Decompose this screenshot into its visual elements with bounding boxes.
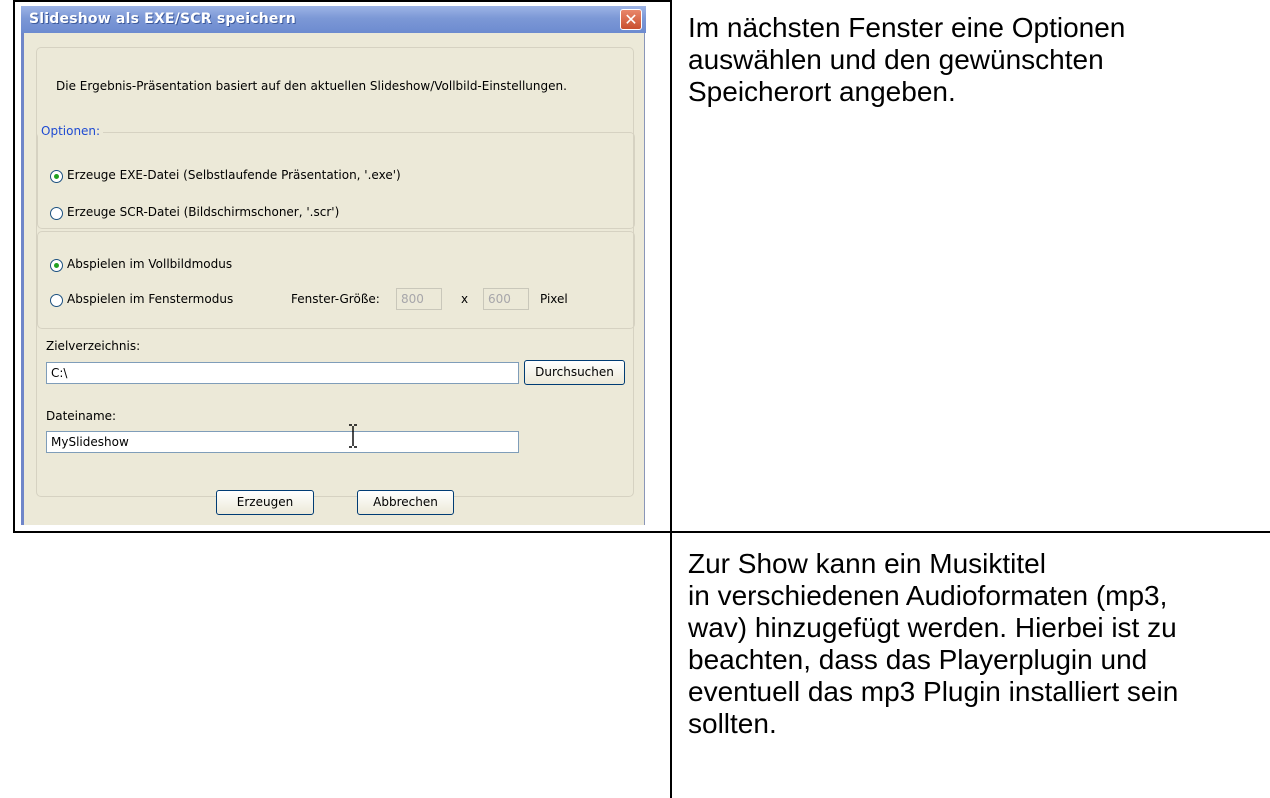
text-cursor-icon bbox=[349, 424, 357, 448]
instruction-text-top: Im nächsten Fenster eine Optionen auswäh… bbox=[688, 12, 1126, 107]
playback-group bbox=[37, 231, 635, 329]
radio-exe-label: Erzeuge EXE-Datei (Selbstlaufende Präsen… bbox=[67, 168, 401, 182]
radio-fullscreen-label: Abspielen im Vollbildmodus bbox=[67, 257, 233, 271]
table-column-divider bbox=[670, 0, 672, 798]
cancel-button[interactable]: Abbrechen bbox=[357, 490, 454, 515]
window-height-input[interactable]: 600 bbox=[483, 288, 529, 310]
save-as-exe-dialog: Slideshow als EXE/SCR speichern ✕ Die Er… bbox=[21, 6, 646, 525]
radio-scr[interactable] bbox=[50, 207, 63, 220]
intro-text: Die Ergebnis-Präsentation basiert auf de… bbox=[56, 79, 567, 93]
radio-exe[interactable] bbox=[50, 170, 63, 183]
target-dir-label: Zielverzeichnis: bbox=[46, 339, 141, 353]
filename-label: Dateiname: bbox=[46, 409, 117, 423]
window-size-label: Fenster-Größe: bbox=[291, 292, 380, 306]
filename-input[interactable]: MySlideshow bbox=[46, 431, 519, 453]
target-dir-input[interactable]: C:\ bbox=[46, 362, 519, 384]
browse-button[interactable]: Durchsuchen bbox=[524, 360, 625, 385]
pixel-label: Pixel bbox=[540, 292, 568, 306]
table-border-left bbox=[13, 0, 15, 533]
table-row-divider bbox=[13, 531, 1270, 533]
table-border-top-left bbox=[13, 0, 671, 2]
instruction-text-bottom: Zur Show kann ein Musiktitel in verschie… bbox=[688, 548, 1179, 739]
radio-window-label: Abspielen im Fenstermodus bbox=[67, 292, 234, 306]
radio-scr-label: Erzeuge SCR-Datei (Bildschirmschoner, '.… bbox=[67, 205, 340, 219]
dialog-titlebar: Slideshow als EXE/SCR speichern ✕ bbox=[21, 6, 646, 33]
options-legend: Optionen: bbox=[38, 124, 104, 138]
close-button[interactable]: ✕ bbox=[620, 9, 642, 30]
window-width-input[interactable]: 800 bbox=[396, 288, 442, 310]
radio-fullscreen[interactable] bbox=[50, 259, 63, 272]
dialog-title: Slideshow als EXE/SCR speichern bbox=[29, 11, 296, 27]
size-x-label: x bbox=[461, 292, 469, 306]
close-icon: ✕ bbox=[624, 10, 638, 29]
create-button[interactable]: Erzeugen bbox=[216, 490, 314, 515]
radio-window[interactable] bbox=[50, 294, 63, 307]
